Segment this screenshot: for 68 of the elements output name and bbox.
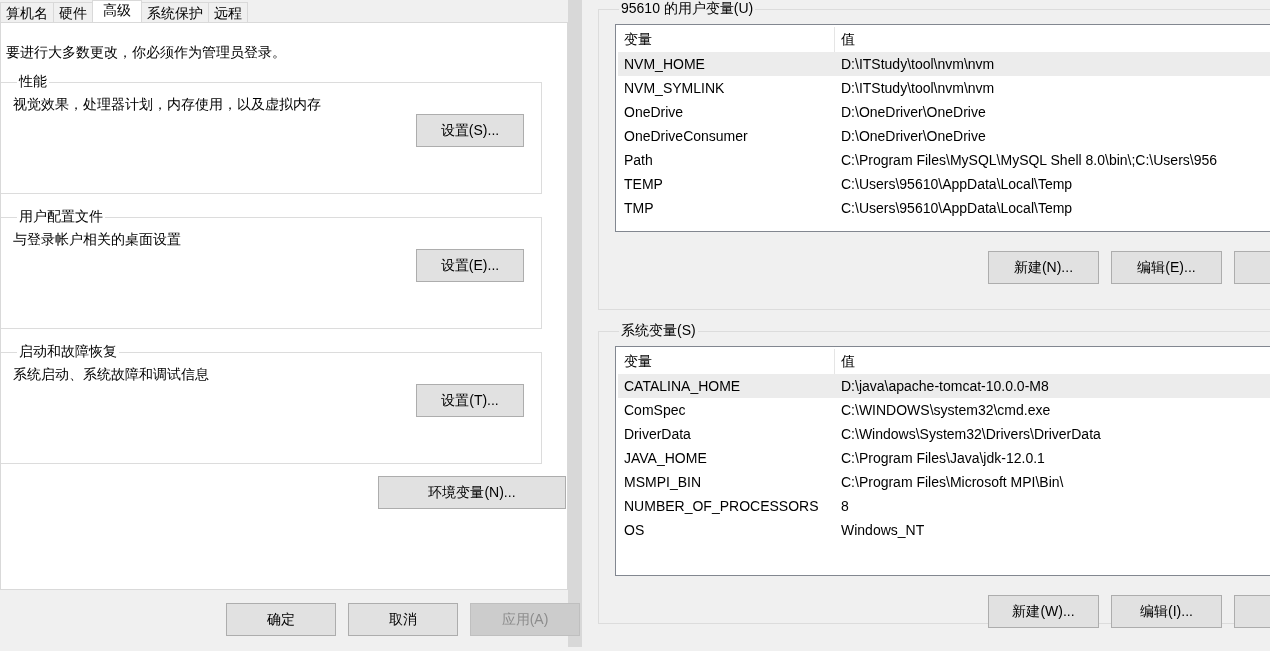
variable-value: C:\Users\95610\AppData\Local\Temp [840, 199, 1074, 218]
variable-button[interactable]: 编辑(I)... [1111, 595, 1222, 628]
variable-name: MSMPI_BIN [623, 473, 702, 492]
group-title: 系统变量(S) [620, 322, 697, 340]
variable-row[interactable]: OneDriveConsumer D:\OneDriver\OneDrive [618, 124, 1270, 148]
variable-value: D:\ITStudy\tool\nvm\nvm [840, 55, 996, 74]
variable-value: D:\OneDriver\OneDrive [840, 103, 987, 122]
variable-value: C:\Program Files\MySQL\MySQL Shell 8.0\bin\;C:\Users\956 [840, 151, 1219, 170]
group-title: 性能 [17, 73, 48, 91]
group-description: 系统启动、系统故障和调试信息 [13, 366, 209, 384]
admin-notice: 要进行大多数更改，你必须作为管理员登录。 [6, 44, 286, 62]
column-header[interactable]: 值 [835, 27, 1270, 52]
variable-row[interactable]: DriverData C:\Windows\System32\Drivers\DriverData [618, 422, 1270, 446]
variable-name: OneDriveConsumer [623, 127, 749, 146]
variable-name: ComSpec [623, 401, 687, 420]
variable-row[interactable]: ComSpec C:\WINDOWS\system32\cmd.exe [618, 398, 1270, 422]
group-title: 启动和故障恢复 [18, 343, 118, 361]
tab[interactable]: 远程 [208, 2, 248, 22]
tab[interactable]: 高级 [92, 0, 142, 22]
variable-row[interactable]: NVM_HOME D:\ITStudy\tool\nvm\nvm [618, 52, 1270, 76]
variable-name: OS [623, 521, 646, 540]
tab[interactable]: 硬件 [53, 2, 93, 22]
variable-name: DriverData [623, 425, 692, 444]
variable-row[interactable]: MSMPI_BIN C:\Program Files\Microsoft MPI\Bin\ [618, 470, 1270, 494]
variable-row[interactable]: JAVA_HOME C:\Program Files\Java\jdk-12.0.1 [618, 446, 1270, 470]
variable-row[interactable]: TMP C:\Users\95610\AppData\Local\Temp [618, 196, 1270, 220]
variable-row[interactable]: OS Windows_NT [618, 518, 1270, 542]
column-header[interactable]: 值 [835, 349, 1270, 374]
variable-name: NUMBER_OF_PROCESSORS [623, 497, 820, 516]
variable-button[interactable]: 新建(N)... [988, 251, 1099, 284]
group-title: 95610 的用户变量(U) [620, 0, 755, 18]
variable-value: D:\java\apache-tomcat-10.0.0-M8 [840, 377, 1050, 396]
settings-button[interactable]: 设置(S)... [416, 114, 524, 147]
variable-row[interactable]: Path C:\Program Files\MySQL\MySQL Shell 8.0\bin\;C:\Users\956 [618, 148, 1270, 172]
variable-name: JAVA_HOME [623, 449, 708, 468]
group-title: 用户配置文件 [18, 208, 104, 226]
variable-value: C:\WINDOWS\system32\cmd.exe [840, 401, 1052, 420]
dialog-button[interactable]: 确定 [226, 603, 336, 636]
variable-button[interactable]: 编辑(E)... [1111, 251, 1222, 284]
variable-name: NVM_HOME [623, 55, 706, 74]
settings-button[interactable]: 设置(T)... [416, 384, 524, 417]
variable-name: NVM_SYMLINK [623, 79, 726, 98]
variable-button[interactable]: 新建(W)... [988, 595, 1099, 628]
variable-value: C:\Program Files\Java\jdk-12.0.1 [840, 449, 1046, 468]
variable-value: 8 [840, 497, 850, 516]
group-description: 视觉效果，处理器计划，内存使用，以及虚拟内存 [13, 96, 321, 114]
settings-button[interactable]: 设置(E)... [416, 249, 524, 282]
dialog-button[interactable]: 取消 [348, 603, 458, 636]
variable-row[interactable]: NVM_SYMLINK D:\ITStudy\tool\nvm\nvm [618, 76, 1270, 100]
tab[interactable]: 算机名 [0, 2, 54, 22]
variable-value: Windows_NT [840, 521, 926, 540]
group-description: 与登录帐户相关的桌面设置 [13, 231, 181, 249]
variable-name: OneDrive [623, 103, 685, 122]
variable-row[interactable]: OneDrive D:\OneDriver\OneDrive [618, 100, 1270, 124]
environment-variables-button[interactable]: 环境变量(N)... [378, 476, 566, 509]
variable-row[interactable]: CATALINA_HOME D:\java\apache-tomcat-10.0.0-M8 [618, 374, 1270, 398]
variable-row[interactable]: TEMP C:\Users\95610\AppData\Local\Temp [618, 172, 1270, 196]
variable-value: D:\ITStudy\tool\nvm\nvm [840, 79, 996, 98]
variable-value: C:\Windows\System32\Drivers\DriverData [840, 425, 1102, 444]
variable-name: TMP [623, 199, 655, 218]
variable-value: C:\Program Files\Microsoft MPI\Bin\ [840, 473, 1065, 492]
variable-row[interactable]: NUMBER_OF_PROCESSORS 8 [618, 494, 1270, 518]
variable-value: C:\Users\95610\AppData\Local\Temp [840, 175, 1074, 194]
variable-name: TEMP [623, 175, 664, 194]
variable-value: D:\OneDriver\OneDrive [840, 127, 987, 146]
variable-name: Path [623, 151, 654, 170]
tab[interactable]: 系统保护 [141, 2, 209, 22]
variable-name: CATALINA_HOME [623, 377, 742, 396]
